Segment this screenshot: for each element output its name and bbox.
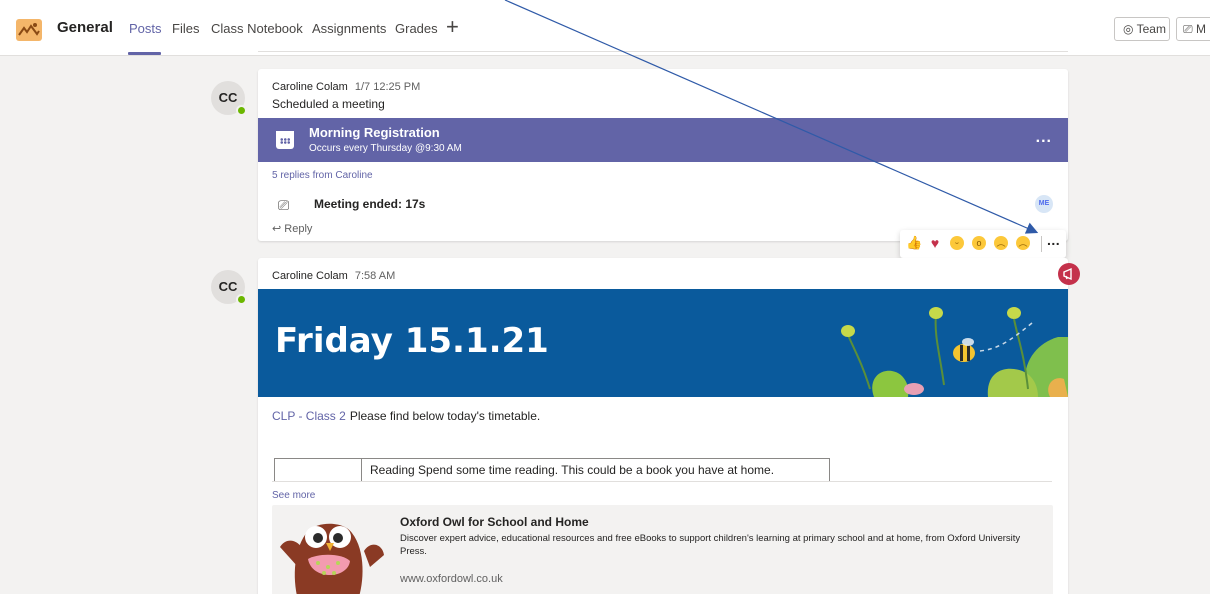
timetable-text: Reading Spend some time reading. This co… (370, 463, 775, 477)
link-preview-title[interactable]: Oxford Owl for School and Home (400, 515, 589, 529)
heart-icon[interactable]: ♥ (928, 236, 942, 250)
team-button[interactable]: ◎ Team (1114, 17, 1170, 41)
content-divider (272, 481, 1052, 482)
reaction-bar: 👍 ♥ ᵕ o ︵ ︵ ... (900, 230, 1066, 258)
team-button-label: Team (1136, 22, 1166, 36)
replies-link[interactable]: 5 replies from Caroline (272, 170, 373, 181)
post-action-text: Scheduled a meeting (272, 97, 385, 111)
tab-files[interactable]: Files (172, 21, 199, 36)
timetable: Reading Spend some time reading. This co… (274, 458, 830, 482)
channel-name: General (57, 19, 113, 36)
previous-post-edge (258, 46, 1068, 52)
active-tab-indicator (128, 52, 161, 55)
post-header: Caroline Colam 1/7 12:25 PM (272, 81, 420, 93)
channel-mention[interactable]: CLP - Class 2 (272, 409, 346, 423)
tab-class-notebook[interactable]: Class Notebook (211, 21, 303, 36)
reaction-divider (1041, 236, 1042, 252)
banner-title: Friday 15.1.21 (275, 321, 549, 361)
tab-posts[interactable]: Posts (129, 21, 162, 36)
presence-available-icon (236, 294, 247, 305)
timetable-cell (275, 459, 362, 482)
post-body: CLP - Class 2 Please find below today's t… (272, 409, 540, 423)
like-icon[interactable]: 👍 (906, 236, 922, 250)
meeting-recurrence: Occurs every Thursday @9:30 AM (309, 143, 462, 154)
reply-button[interactable]: ↩ Reply (272, 222, 312, 235)
owl-illustration (280, 523, 384, 594)
video-camera-icon: ⎚ (1183, 22, 1193, 36)
sad-icon[interactable]: ︵ (994, 236, 1008, 250)
meet-button-label: M (1195, 22, 1206, 36)
avatar[interactable]: CC (211, 270, 247, 305)
link-preview-url[interactable]: www.oxfordowl.co.uk (400, 573, 503, 585)
announcement-banner: Friday 15.1.21 (258, 289, 1068, 397)
post-timestamp: 1/7 12:25 PM (354, 81, 421, 93)
avatar-initials: CC (218, 90, 238, 105)
presence-available-icon (236, 105, 247, 116)
add-tab-button[interactable]: + (446, 14, 459, 40)
post-timestamp: 7:58 AM (354, 270, 396, 282)
tab-grades[interactable]: Grades (395, 21, 438, 36)
video-camera-icon: ⎚ (278, 197, 290, 213)
link-preview-description: Discover expert advice, educational reso… (400, 533, 1021, 557)
meeting-title: Morning Registration (309, 125, 440, 140)
meeting-card[interactable]: Morning Registration Occurs every Thursd… (258, 118, 1068, 162)
announcement-post: Caroline Colam 7:58 AM Friday 15.1.21 CL… (258, 258, 1068, 594)
post-author[interactable]: Caroline Colam (272, 270, 348, 282)
tab-assignments[interactable]: Assignments (312, 21, 386, 36)
angry-icon[interactable]: ︵ (1016, 236, 1030, 250)
calendar-icon (276, 131, 294, 149)
eye-icon: ◎ (1123, 22, 1134, 36)
link-preview-card[interactable]: Oxford Owl for School and Home Discover … (272, 505, 1053, 594)
see-more-link[interactable]: See more (272, 490, 315, 501)
reply-arrow-icon: ↩ (272, 223, 282, 235)
reply-label: Reply (284, 223, 313, 235)
announcement-megaphone-icon (1058, 263, 1080, 285)
laugh-icon[interactable]: ᵕ (950, 236, 964, 250)
participant-avatar[interactable]: ME (1035, 195, 1053, 213)
more-options-icon[interactable]: ... (1047, 232, 1060, 248)
team-logo-icon[interactable] (16, 19, 42, 41)
meeting-ended-status: Meeting ended: 17s (314, 197, 426, 211)
bee-flowers-illustration (841, 307, 1068, 397)
more-options-icon[interactable]: ... (1036, 129, 1052, 147)
meet-button[interactable]: ⎚ M (1176, 17, 1210, 41)
avatar-initials: CC (218, 279, 238, 294)
avatar[interactable]: CC (211, 81, 247, 116)
post-header: Caroline Colam 7:58 AM (272, 270, 395, 282)
surprised-icon[interactable]: o (972, 236, 986, 250)
meeting-post: Caroline Colam 1/7 12:25 PM Scheduled a … (258, 69, 1068, 241)
post-body-text: Please find below today's timetable. (349, 409, 541, 423)
post-author[interactable]: Caroline Colam (272, 81, 348, 93)
